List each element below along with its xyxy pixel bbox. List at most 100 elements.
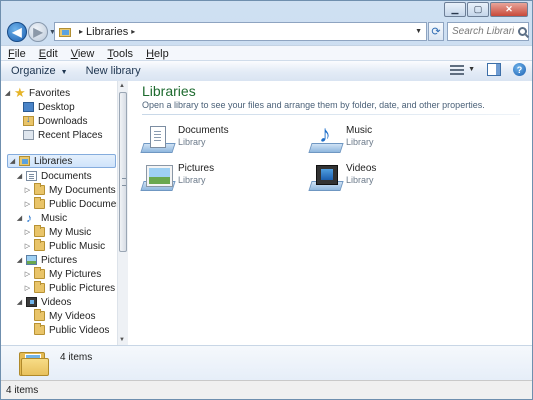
- nav-label: Recent Places: [38, 129, 103, 141]
- menu-file[interactable]: File: [1, 48, 32, 60]
- scroll-up-icon[interactable]: ▲: [119, 83, 125, 89]
- library-videos[interactable]: Videos Library: [308, 163, 470, 195]
- library-type: Library: [346, 175, 374, 185]
- collapse-icon[interactable]: ◢: [15, 298, 24, 306]
- nav-music[interactable]: ◢ ♪ Music: [15, 211, 67, 225]
- address-bar[interactable]: ▸ Libraries ▸ ▼: [54, 22, 427, 41]
- videos-icon: [26, 297, 37, 307]
- folder-icon: [34, 197, 45, 209]
- breadcrumb-chevron-icon[interactable]: ▸: [79, 27, 83, 36]
- nav-public-music[interactable]: ▷ Public Music: [23, 239, 105, 253]
- collapse-icon[interactable]: ◢: [3, 89, 12, 97]
- nav-label: Downloads: [38, 115, 88, 127]
- music-library-icon: ♪: [308, 123, 344, 155]
- close-button[interactable]: ✕: [490, 2, 528, 17]
- minimize-button[interactable]: ▁: [444, 2, 466, 17]
- search-icon[interactable]: [518, 27, 527, 36]
- address-dropdown-icon[interactable]: ▼: [415, 28, 422, 35]
- nav-downloads[interactable]: Downloads: [12, 114, 87, 128]
- view-options-dropdown[interactable]: ▼: [468, 66, 475, 73]
- expand-icon[interactable]: ▷: [23, 228, 32, 236]
- nav-desktop[interactable]: Desktop: [12, 100, 75, 114]
- library-music[interactable]: ♪ Music Library: [308, 123, 470, 157]
- collapse-icon[interactable]: ◢: [8, 157, 17, 165]
- library-icon: [19, 156, 30, 166]
- expand-icon[interactable]: ▷: [23, 200, 32, 208]
- maximize-button[interactable]: ▢: [467, 2, 489, 17]
- refresh-button[interactable]: ⟳: [428, 22, 444, 41]
- expand-icon[interactable]: ▷: [23, 270, 32, 278]
- new-library-button[interactable]: New library: [76, 65, 149, 77]
- expand-icon[interactable]: ▷: [23, 242, 32, 250]
- library-type: Library: [178, 137, 206, 147]
- organize-button[interactable]: Organize ▼: [1, 65, 76, 77]
- libraries-folder-icon: [19, 350, 49, 376]
- nav-libraries[interactable]: ◢ Libraries: [7, 154, 116, 168]
- page-title: Libraries: [142, 83, 196, 99]
- library-name: Videos: [346, 163, 377, 174]
- change-view-icon[interactable]: [450, 64, 465, 76]
- folder-icon: [34, 281, 45, 293]
- search-box[interactable]: [447, 22, 529, 41]
- nav-recent-places[interactable]: Recent Places: [12, 128, 102, 142]
- nav-my-pictures[interactable]: ▷ My Pictures: [23, 267, 101, 281]
- details-pane: 4 items: [1, 345, 532, 380]
- scrollbar-thumb[interactable]: [119, 92, 127, 252]
- chevron-down-icon: ▼: [60, 69, 68, 76]
- menu-edit[interactable]: Edit: [32, 48, 64, 60]
- nav-public-pictures[interactable]: ▷ Public Pictures: [23, 281, 115, 295]
- help-icon[interactable]: ?: [513, 63, 526, 76]
- expand-icon[interactable]: ▷: [23, 284, 32, 292]
- collapse-icon[interactable]: ◢: [15, 256, 24, 264]
- videos-library-icon: [308, 163, 344, 193]
- nav-favorites[interactable]: ◢ ★ Favorites: [3, 86, 70, 100]
- star-icon: ★: [14, 85, 26, 100]
- nav-label: Public Music: [49, 240, 106, 252]
- nav-label: Music: [41, 212, 68, 224]
- back-button[interactable]: ◀: [7, 22, 27, 42]
- folder-icon: [34, 225, 45, 237]
- navigation-pane: ◢ ★ Favorites Desktop Downloads Recent P…: [1, 81, 117, 345]
- collapse-icon[interactable]: ◢: [15, 172, 24, 180]
- organize-label: Organize: [11, 65, 56, 77]
- expand-icon[interactable]: ▷: [23, 186, 32, 194]
- new-library-label: New library: [85, 65, 141, 77]
- library-documents[interactable]: Documents Library: [140, 125, 302, 157]
- divider: [142, 114, 520, 115]
- pictures-icon: [26, 255, 37, 265]
- page-subtitle: Open a library to see your files and arr…: [142, 100, 485, 110]
- library-pictures[interactable]: Pictures Library: [140, 163, 302, 195]
- nav-my-music[interactable]: ▷ My Music: [23, 225, 91, 239]
- nav-public-documents[interactable]: ▷ Public Documents: [23, 197, 117, 211]
- status-item-count: 4 items: [6, 385, 39, 396]
- nav-label: Videos: [41, 296, 72, 308]
- nav-label: Public Documents: [49, 198, 117, 210]
- documents-icon: [26, 171, 37, 181]
- collapse-icon[interactable]: ◢: [15, 214, 24, 222]
- menu-help[interactable]: Help: [139, 48, 175, 60]
- nav-label: Documents: [41, 170, 92, 182]
- nav-my-documents[interactable]: ▷ My Documents: [23, 183, 116, 197]
- nav-label: Desktop: [38, 101, 75, 113]
- command-bar: Organize ▼ New library ▼ ?: [1, 60, 532, 82]
- preview-pane-icon[interactable]: [487, 63, 501, 76]
- menu-tools[interactable]: Tools: [100, 48, 139, 60]
- nav-documents[interactable]: ◢ Documents: [15, 169, 92, 183]
- scroll-down-icon[interactable]: ▼: [119, 337, 125, 343]
- nav-label: Libraries: [34, 155, 73, 167]
- nav-scrollbar[interactable]: ▲ ▼: [117, 81, 128, 345]
- folder-icon: [34, 267, 45, 279]
- nav-public-videos[interactable]: Public Videos: [23, 323, 109, 337]
- forward-button[interactable]: ▶: [28, 22, 48, 42]
- menu-view[interactable]: View: [64, 48, 101, 60]
- nav-my-videos[interactable]: My Videos: [23, 309, 96, 323]
- nav-pictures[interactable]: ◢ Pictures: [15, 253, 77, 267]
- search-input[interactable]: [448, 25, 516, 38]
- nav-videos[interactable]: ◢ Videos: [15, 295, 72, 309]
- breadcrumb-chevron-icon[interactable]: ▸: [131, 27, 135, 36]
- breadcrumb-libraries[interactable]: Libraries: [86, 26, 128, 38]
- nav-label: Favorites: [29, 87, 71, 99]
- folder-icon: [34, 309, 45, 321]
- library-type: Library: [178, 175, 206, 185]
- menu-bar: File Edit View Tools Help: [1, 45, 532, 61]
